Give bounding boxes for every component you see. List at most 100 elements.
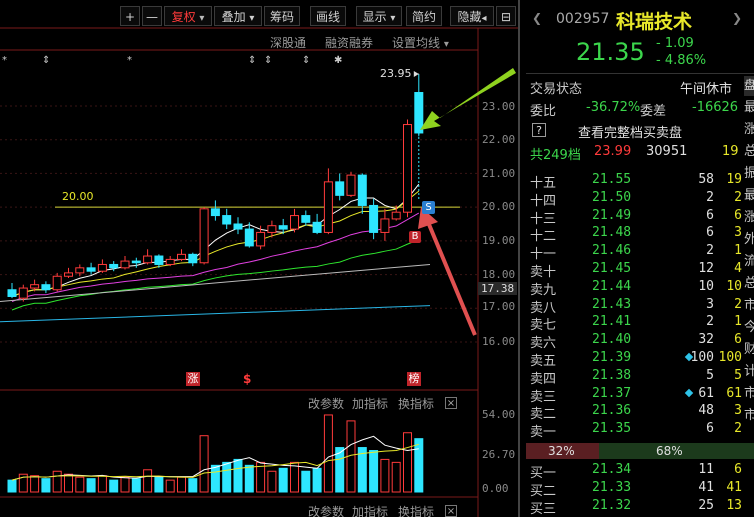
- bang-marker[interactable]: 榜: [407, 372, 421, 386]
- event-marker-icon: *: [127, 55, 132, 66]
- volume-bar: [97, 475, 107, 493]
- side-tab[interactable]: 盘: [744, 76, 754, 96]
- change-params-link[interactable]: 改参数: [308, 395, 344, 412]
- candle-body: [335, 181, 345, 196]
- ask-level: 卖一: [530, 425, 557, 441]
- total-levels: 共249档: [530, 148, 581, 163]
- chouma-button[interactable]: 筹码: [264, 6, 300, 26]
- volume-bar: [64, 473, 73, 493]
- xianshi-dropdown[interactable]: 显示 ▾: [356, 6, 402, 26]
- sell-signal-badge[interactable]: S: [422, 201, 435, 214]
- add-indicator-link-2[interactable]: 加指标: [352, 503, 388, 517]
- ask-volume: 32: [698, 332, 714, 348]
- bid-count: 6: [734, 462, 742, 477]
- candle-body: [199, 208, 209, 264]
- ask-row[interactable]: 十四 21.50 2 2: [526, 189, 754, 209]
- dollar-marker-icon[interactable]: $: [243, 372, 251, 386]
- price-change-pct: - 4.86%: [656, 53, 707, 68]
- stock-code: 002957: [556, 11, 610, 27]
- ask-row[interactable]: 卖四 21.38 5 5: [526, 367, 754, 387]
- candle-body: [312, 221, 322, 233]
- ask-row[interactable]: 卖三 21.37 61 61: [526, 386, 754, 405]
- kline-chart-area[interactable]: * ⇕ * ⇕ ⇕ ⇕ ✱ + — 复权 ▾ 叠加 ▾ 筹码 画线 显示 ▾ 简约 隐藏◂ …: [0, 0, 520, 517]
- ask-count: 3: [734, 225, 742, 241]
- candle-body: [244, 228, 254, 247]
- ask-row[interactable]: 十一 21.46 2 1: [526, 243, 754, 263]
- bid-row[interactable]: 买一 21.34 11 6: [526, 462, 754, 481]
- ask-price: 21.35: [592, 421, 632, 437]
- ask-row[interactable]: 十五 21.55 58 19: [526, 172, 754, 191]
- kline-chart-canvas[interactable]: * ⇕ * ⇕ ⇕ ⇕ ✱: [0, 0, 520, 517]
- y-tick: 16.00: [482, 335, 516, 348]
- expand-icon[interactable]: ⊟: [496, 6, 516, 26]
- zhangting-marker[interactable]: 涨: [186, 372, 200, 386]
- ask-row[interactable]: 卖十 21.45 12 4: [526, 261, 754, 280]
- ask-volume: 5: [706, 367, 714, 383]
- rongzi-link[interactable]: 融资融券: [325, 34, 373, 51]
- forward-arrow-icon[interactable]: ❯: [732, 11, 742, 25]
- ask-volume: 2: [706, 189, 714, 205]
- fuquan-dropdown[interactable]: 复权 ▾: [164, 6, 212, 26]
- ask-row[interactable]: 十二 21.48 6 3: [526, 225, 754, 245]
- help-icon[interactable]: ?: [532, 123, 546, 137]
- back-arrow-icon[interactable]: ❮: [532, 11, 542, 25]
- candle-body: [369, 204, 379, 233]
- switch-indicator-link[interactable]: 换指标: [398, 395, 434, 412]
- zoom-in-button[interactable]: +: [120, 6, 140, 26]
- close-icon[interactable]: ×: [445, 505, 457, 517]
- close-icon[interactable]: ×: [445, 397, 457, 409]
- view-full-book-link[interactable]: 查看完整档买卖盘: [578, 122, 682, 141]
- side-info-char: 振: [744, 166, 754, 181]
- candle-body: [7, 289, 17, 297]
- chevron-down-icon: ▾: [249, 13, 255, 24]
- jianyue-button[interactable]: 简约: [406, 6, 442, 26]
- huaxian-button[interactable]: 画线: [310, 6, 346, 26]
- change-params-link-2[interactable]: 改参数: [308, 503, 344, 517]
- shengutong-link[interactable]: 深股通: [270, 34, 306, 51]
- ask-level: 十一: [530, 247, 557, 263]
- total-price: 23.99: [594, 144, 632, 159]
- volume-bar: [323, 414, 333, 493]
- ask-row[interactable]: 卖五 21.39 100 100: [526, 350, 754, 369]
- candle-body: [403, 124, 412, 213]
- bid-row[interactable]: 买三 21.32 25 13: [526, 498, 754, 517]
- side-info-char: 计: [744, 364, 754, 379]
- diejia-label: 叠加: [221, 10, 246, 24]
- event-marker-icon: ⇕: [42, 55, 50, 66]
- ask-count: 4: [734, 261, 742, 276]
- volume-bar: [369, 450, 379, 493]
- ask-row[interactable]: 卖一 21.35 6 2: [526, 421, 754, 441]
- ask-row[interactable]: 十三 21.49 6 6: [526, 208, 754, 227]
- ask-volume: 2: [706, 243, 714, 259]
- candle-body: [380, 218, 390, 233]
- ask-level: 十二: [530, 229, 557, 245]
- switch-indicator-link-2[interactable]: 换指标: [398, 503, 434, 517]
- ask-row[interactable]: 卖七 21.41 2 1: [526, 314, 754, 333]
- ask-volume: 6: [706, 225, 714, 241]
- total-count: 19: [722, 144, 739, 159]
- buy-signal-badge[interactable]: B: [409, 231, 421, 243]
- ask-row[interactable]: 卖二 21.36 48 3: [526, 403, 754, 422]
- ask-volume: 12: [698, 261, 714, 276]
- set-ma-dropdown[interactable]: 设置均线 ▾: [392, 34, 449, 51]
- ask-count: 10: [726, 278, 742, 294]
- ask-count: 2: [734, 189, 742, 205]
- bid-price: 21.34: [592, 462, 632, 477]
- volume-bar: [86, 478, 96, 493]
- bid-volume: 41: [698, 480, 714, 495]
- diejia-dropdown[interactable]: 叠加 ▾: [214, 6, 262, 26]
- add-indicator-link[interactable]: 加指标: [352, 395, 388, 412]
- trade-state-label: 交易状态: [530, 82, 583, 97]
- set-ma-label: 设置均线: [392, 36, 441, 50]
- bid-row[interactable]: 买二 21.33 41 41: [526, 480, 754, 499]
- ask-row[interactable]: 卖八 21.43 3 2: [526, 297, 754, 316]
- ask-row[interactable]: 卖九 21.44 10 10: [526, 278, 754, 298]
- candle-body: [143, 255, 153, 264]
- ask-price: 21.36: [592, 403, 632, 419]
- ask-level: 卖八: [530, 300, 557, 316]
- volume-bar: [290, 461, 299, 493]
- ask-row[interactable]: 卖六 21.40 32 6: [526, 332, 754, 351]
- zoom-out-button[interactable]: —: [142, 6, 162, 26]
- yincang-button[interactable]: 隐藏◂: [450, 6, 494, 26]
- volume-bar: [177, 476, 186, 493]
